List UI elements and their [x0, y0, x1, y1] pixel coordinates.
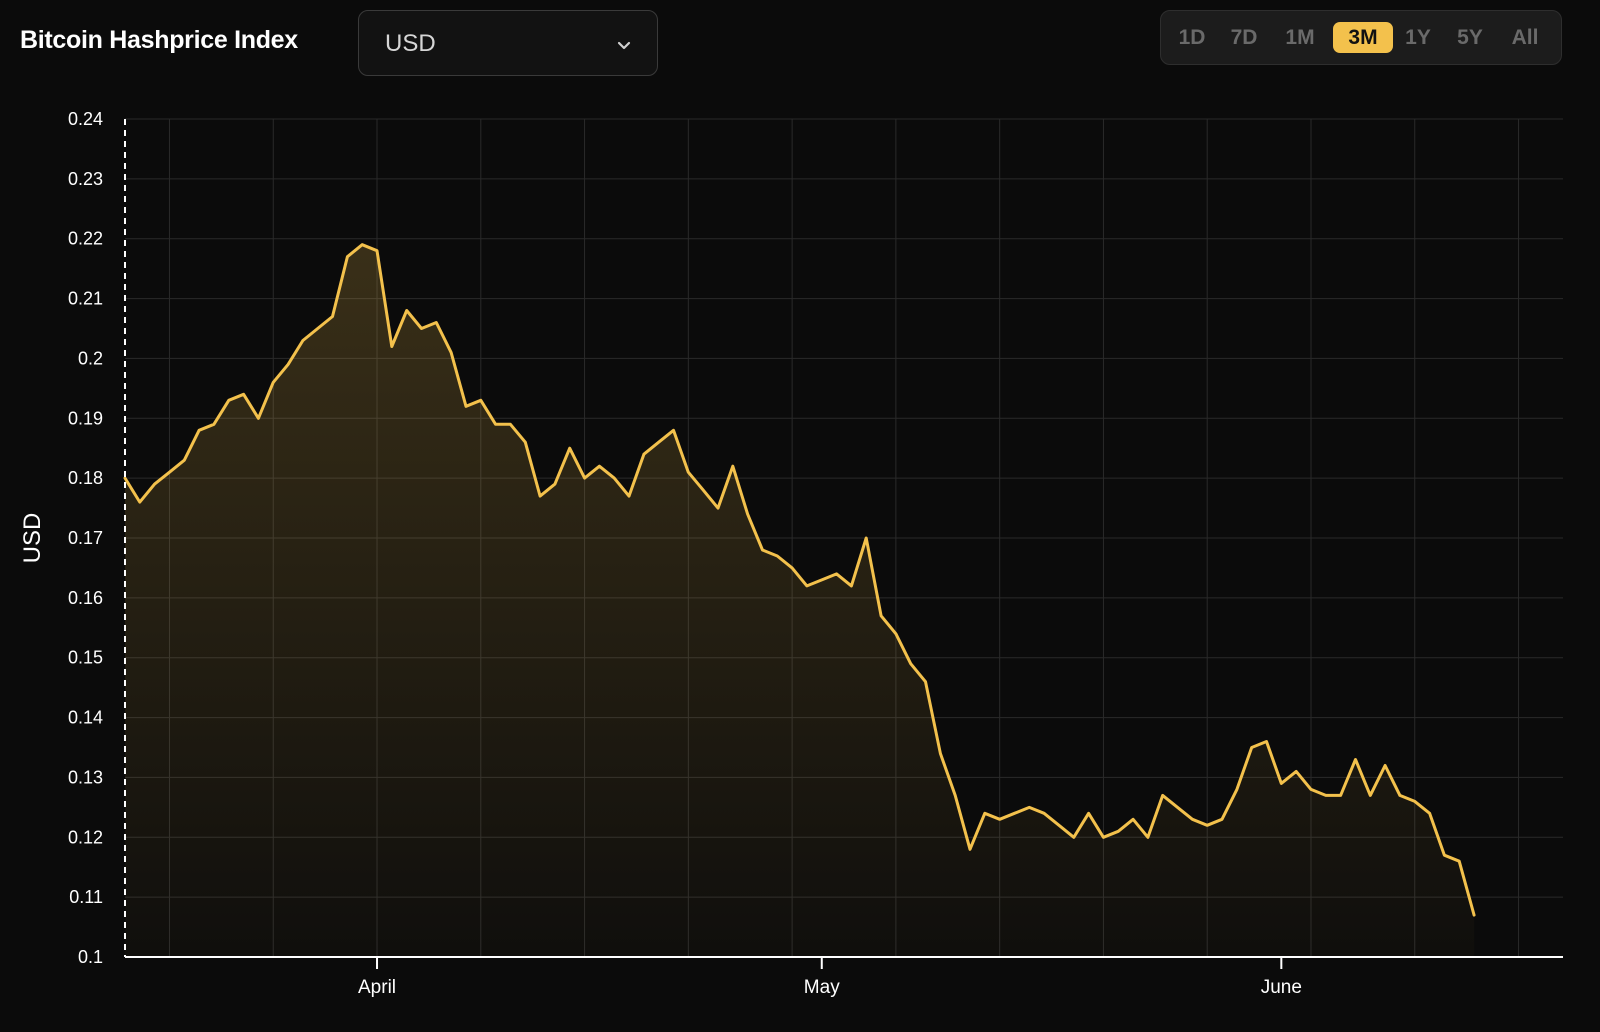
chevron-down-icon: [617, 41, 631, 50]
y-tick-label: 0.23: [68, 169, 103, 189]
range-button-7d[interactable]: 7D: [1225, 22, 1263, 53]
y-axis-label: USD: [19, 513, 46, 564]
y-tick-label: 0.22: [68, 229, 103, 249]
range-button-1y[interactable]: 1Y: [1401, 22, 1435, 53]
hashprice-chart[interactable]: 0.24 0.23 0.22 0.21 0.2 0.19 0.18 0.17 0.16 0.15 0…: [0, 90, 1600, 1027]
chart-area: 0.24 0.23 0.22 0.21 0.2 0.19 0.18 0.17 0.16 0.15 0…: [0, 90, 1600, 1027]
y-tick-label: 0.18: [68, 468, 103, 488]
page-title: Bitcoin Hashprice Index: [20, 26, 298, 54]
y-tick-label: 0.15: [68, 648, 103, 668]
y-tick-label: 0.16: [68, 588, 103, 608]
y-tick-label: 0.13: [68, 767, 103, 787]
currency-select[interactable]: USD: [358, 10, 658, 76]
range-button-all[interactable]: All: [1505, 22, 1545, 53]
y-tick-label: 0.21: [68, 289, 103, 309]
range-button-5y[interactable]: 5Y: [1451, 22, 1489, 53]
y-tick-label: 0.24: [68, 109, 103, 129]
y-tick-label: 0.19: [68, 408, 103, 428]
y-tick-label: 0.11: [69, 887, 103, 907]
y-tick-label: 0.2: [78, 348, 103, 368]
range-button-1m[interactable]: 1M: [1279, 22, 1321, 53]
x-tick-label: April: [358, 977, 396, 998]
y-tick-label: 0.14: [68, 708, 103, 728]
y-tick-label: 0.12: [68, 827, 103, 847]
time-range-selector: 1D 7D 1M 3M 1Y 5Y All: [1160, 10, 1562, 65]
x-tick-label: June: [1261, 977, 1302, 998]
range-button-3m[interactable]: 3M: [1333, 22, 1393, 53]
series-area-fill: [125, 244, 1475, 957]
currency-select-value: USD: [385, 30, 436, 57]
y-tick-label: 0.17: [68, 528, 103, 548]
y-tick-label: 0.1: [78, 947, 103, 967]
range-button-1d[interactable]: 1D: [1173, 22, 1211, 53]
chart-header: Bitcoin Hashprice Index USD 1D 7D 1M 3M …: [0, 0, 1600, 90]
x-tick-label: May: [804, 977, 840, 998]
